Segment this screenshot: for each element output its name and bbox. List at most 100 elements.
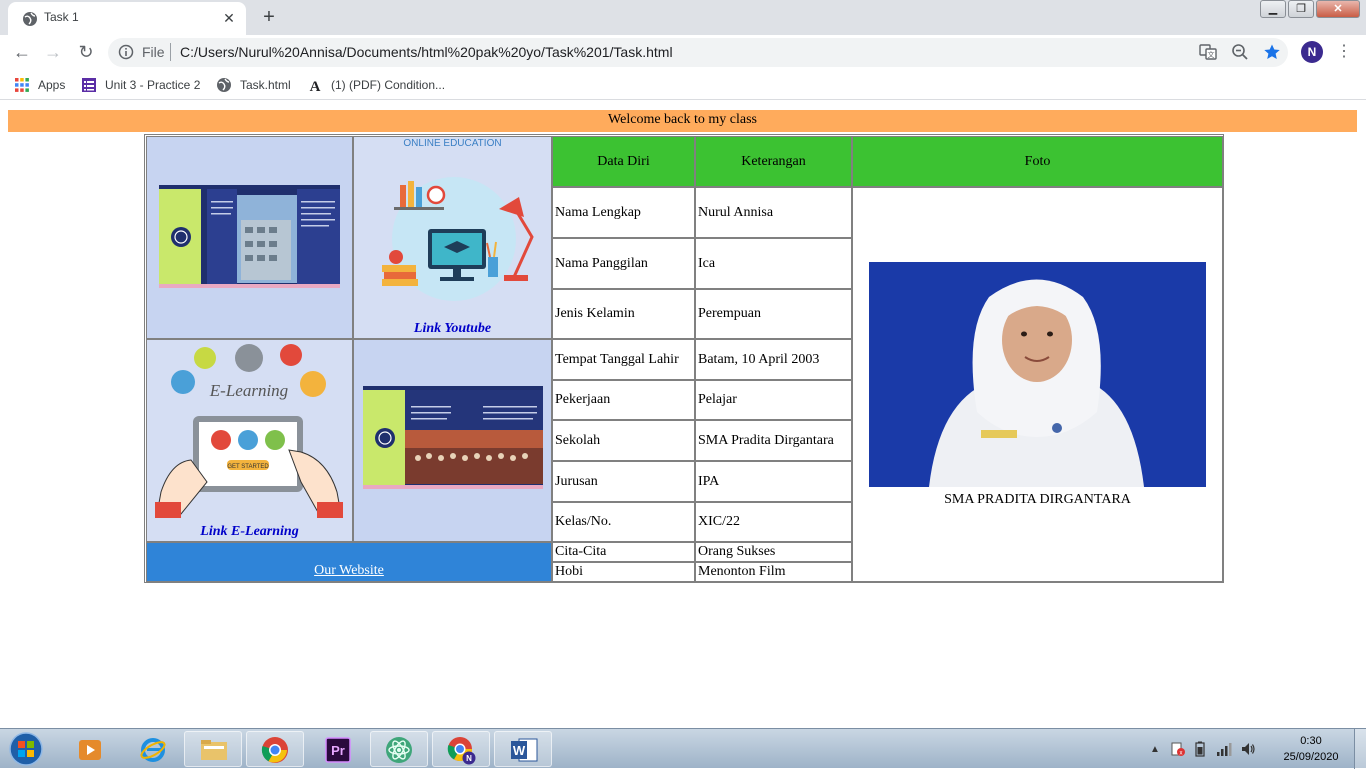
- taskbar-atom[interactable]: [370, 731, 428, 767]
- window-close-button[interactable]: ✕: [1316, 0, 1360, 18]
- taskbar: Pr N W ▲ x 0:30 25/09/2020: [0, 728, 1366, 769]
- elearning-title: E-Learning: [209, 381, 288, 400]
- tab-close-icon[interactable]: ✕: [220, 9, 238, 27]
- bookmark-label: Task.html: [240, 78, 291, 92]
- profile-table: ONLINE EDUCATION Link Youtube Data Diri …: [144, 134, 1224, 583]
- row-value: Perempuan: [695, 289, 852, 339]
- ceremony-poster-cell: [353, 339, 552, 542]
- bookmark-unit3[interactable]: Unit 3 - Practice 2: [81, 76, 200, 94]
- internet-explorer-icon: [140, 738, 166, 762]
- welcome-banner: Welcome back to my class: [8, 110, 1357, 132]
- website-cell: Our Website: [146, 542, 552, 582]
- translate-icon[interactable]: 文: [1199, 43, 1217, 61]
- online-education-illustration: [382, 177, 534, 301]
- tab-task1[interactable]: Task 1 ✕: [8, 2, 246, 35]
- globe-icon: [217, 78, 231, 92]
- forward-arrow-icon[interactable]: →: [40, 39, 66, 65]
- svg-text:Pr: Pr: [331, 743, 345, 758]
- link-youtube[interactable]: Link Youtube: [354, 321, 551, 337]
- student-photo: [869, 262, 1206, 487]
- bookmark-label: Apps: [38, 78, 66, 92]
- tray-expand-icon[interactable]: ▲: [1150, 744, 1160, 755]
- elearning-illustration: E-Learning GET STARTED: [155, 344, 343, 518]
- header-keterangan: Keterangan: [695, 136, 852, 187]
- chrome-profile-icon: N: [447, 737, 476, 765]
- info-icon[interactable]: [118, 44, 134, 60]
- folder-icon: [201, 740, 227, 760]
- row-value: IPA: [695, 461, 852, 502]
- url-separator: [170, 43, 171, 61]
- our-website-link[interactable]: Our Website: [147, 563, 551, 579]
- apps-grid-icon: [15, 78, 29, 92]
- volume-icon[interactable]: [1240, 741, 1256, 757]
- battery-icon[interactable]: [1194, 741, 1206, 757]
- elearning-cell[interactable]: E-Learning GET STARTED Link E-Learning: [146, 339, 353, 542]
- bookmarks-bar: Apps Unit 3 - Practice 2 Task.html A (1)…: [0, 70, 1366, 100]
- bookmark-label: (1) (PDF) Condition...: [331, 78, 446, 92]
- taskbar-media-player[interactable]: [62, 731, 120, 767]
- clock-date: 25/09/2020: [1283, 751, 1339, 763]
- window-controls: ▁ ❐ ✕: [1258, 0, 1360, 20]
- minimize-button[interactable]: ▁: [1260, 0, 1286, 18]
- bookmark-star-icon[interactable]: [1263, 43, 1281, 61]
- bookmark-task-html[interactable]: Task.html: [216, 76, 291, 94]
- taskbar-internet-explorer[interactable]: [124, 731, 182, 767]
- row-label: Jenis Kelamin: [552, 289, 695, 339]
- row-value: Orang Sukses: [695, 542, 852, 562]
- url-scheme: File: [142, 44, 165, 60]
- word-icon: W: [511, 738, 538, 762]
- chrome-icon: [261, 737, 288, 763]
- taskbar-word[interactable]: W: [494, 731, 552, 767]
- taskbar-file-explorer[interactable]: [184, 731, 242, 767]
- bookmark-apps[interactable]: Apps: [14, 76, 65, 94]
- row-label: Tempat Tanggal Lahir: [552, 339, 695, 380]
- online-education-title: ONLINE EDUCATION: [403, 138, 502, 149]
- bookmark-label: Unit 3 - Practice 2: [105, 78, 201, 92]
- system-tray: ▲ x: [1150, 729, 1256, 769]
- new-tab-button[interactable]: +: [256, 6, 282, 30]
- profile-avatar[interactable]: N: [1301, 41, 1323, 63]
- row-value: SMA Pradita Dirgantara: [695, 420, 852, 461]
- back-arrow-icon[interactable]: ←: [9, 39, 35, 65]
- row-value: Ica: [695, 238, 852, 289]
- start-button-icon[interactable]: [6, 731, 46, 767]
- row-value: Batam, 10 April 2003: [695, 339, 852, 380]
- network-signal-icon[interactable]: [1216, 742, 1232, 756]
- taskbar-chrome[interactable]: [246, 731, 304, 767]
- taskbar-premiere[interactable]: Pr: [308, 731, 366, 767]
- restore-button[interactable]: ❐: [1288, 0, 1314, 18]
- get-started-label: GET STARTED: [227, 464, 269, 470]
- header-data-diri: Data Diri: [552, 136, 695, 187]
- row-label: Kelas/No.: [552, 502, 695, 542]
- taskbar-clock[interactable]: 0:30 25/09/2020: [1276, 733, 1346, 765]
- svg-text:N: N: [466, 754, 472, 763]
- row-value: XIC/22: [695, 502, 852, 542]
- photo-caption: SMA PRADITA DIRGANTARA: [944, 492, 1131, 507]
- row-label: Jurusan: [552, 461, 695, 502]
- doc-icon: [82, 78, 96, 92]
- row-label: Hobi: [552, 562, 695, 582]
- bookmark-pdf[interactable]: A (1) (PDF) Condition...: [307, 76, 445, 94]
- url-text[interactable]: C:/Users/Nurul%20Annisa/Documents/html%2…: [180, 44, 673, 60]
- row-label: Nama Lengkap: [552, 187, 695, 238]
- zoom-out-icon[interactable]: [1231, 43, 1249, 61]
- header-foto: Foto: [852, 136, 1223, 187]
- svg-text:A: A: [310, 79, 321, 93]
- school-poster-image: [159, 185, 340, 288]
- svg-text:x: x: [1179, 751, 1182, 757]
- taskbar-chrome-profile[interactable]: N: [432, 731, 490, 767]
- premiere-icon: Pr: [325, 737, 351, 763]
- action-center-icon[interactable]: x: [1170, 741, 1186, 757]
- row-value: Menonton Film: [695, 562, 852, 582]
- show-desktop-button[interactable]: [1354, 729, 1366, 769]
- svg-text:W: W: [513, 743, 526, 758]
- academia-icon: A: [310, 79, 321, 93]
- online-education-cell[interactable]: ONLINE EDUCATION Link Youtube: [353, 136, 552, 339]
- more-menu-icon[interactable]: ⋮: [1336, 42, 1352, 62]
- reload-icon[interactable]: ↻: [73, 39, 99, 65]
- address-bar[interactable]: File C:/Users/Nurul%20Annisa/Documents/h…: [108, 38, 1288, 67]
- row-label: Sekolah: [552, 420, 695, 461]
- link-elearning[interactable]: Link E-Learning: [147, 524, 352, 540]
- row-value: Nurul Annisa: [695, 187, 852, 238]
- school-poster-cell: [146, 136, 353, 339]
